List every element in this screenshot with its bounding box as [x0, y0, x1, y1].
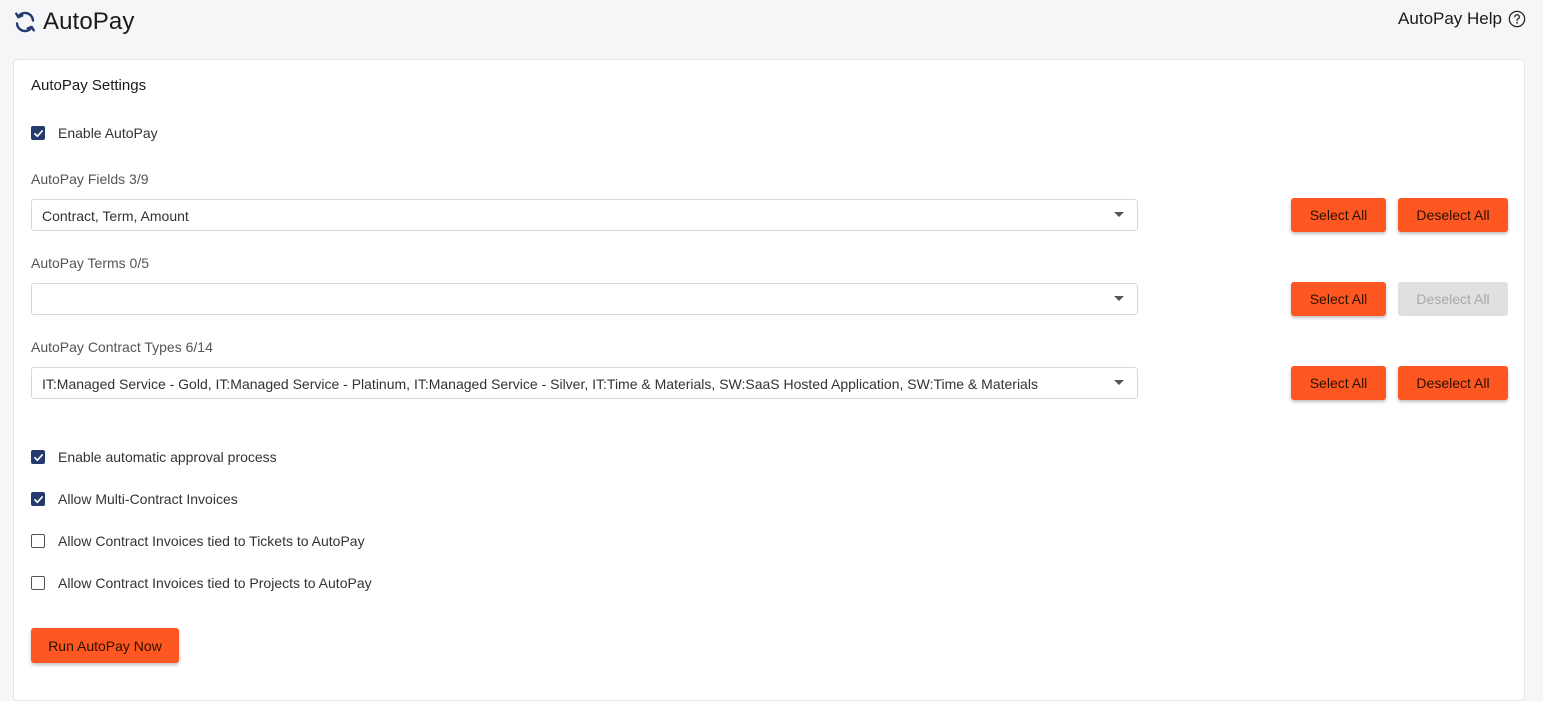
checkbox-box[interactable] — [31, 492, 45, 506]
autopay-terms-select[interactable] — [31, 283, 1138, 315]
top-bar: AutoPay AutoPay Help — [0, 0, 1543, 46]
autopay-terms-label: AutoPay Terms 0/5 — [31, 255, 150, 271]
projects-invoices-checkbox[interactable]: Allow Contract Invoices tied to Projects… — [31, 573, 372, 593]
terms-select-all-button[interactable]: Select All — [1291, 282, 1386, 316]
tickets-invoices-checkbox[interactable]: Allow Contract Invoices tied to Tickets … — [31, 531, 365, 551]
checkbox-box[interactable] — [31, 534, 45, 548]
page-title: AutoPay — [43, 8, 135, 35]
autopay-fields-label: AutoPay Fields 3/9 — [31, 171, 149, 187]
checkmark-icon — [33, 453, 43, 461]
app-header: AutoPay — [13, 8, 134, 36]
contract-types-select-all-button[interactable]: Select All — [1291, 366, 1386, 400]
enable-autopay-label: Enable AutoPay — [58, 125, 158, 141]
enable-autopay-checkbox[interactable]: Enable AutoPay — [31, 123, 158, 143]
checkbox-box[interactable] — [31, 576, 45, 590]
projects-invoices-label: Allow Contract Invoices tied to Projects… — [58, 575, 372, 591]
chevron-down-icon — [1114, 380, 1124, 385]
tickets-invoices-label: Allow Contract Invoices tied to Tickets … — [58, 533, 365, 549]
run-autopay-button[interactable]: Run AutoPay Now — [31, 628, 179, 663]
terms-deselect-all-button: Deselect All — [1398, 282, 1508, 316]
auto-approval-checkbox[interactable]: Enable automatic approval process — [31, 447, 277, 467]
sync-icon — [15, 11, 35, 33]
help-label: AutoPay Help — [1398, 9, 1502, 28]
autopay-contract-types-select[interactable]: IT:Managed Service - Gold, IT:Managed Se… — [31, 367, 1138, 399]
help-link[interactable]: AutoPay Help — [1398, 9, 1526, 29]
checkbox-box[interactable] — [31, 126, 45, 140]
contract-types-deselect-all-button[interactable]: Deselect All — [1398, 366, 1508, 400]
multi-contract-label: Allow Multi-Contract Invoices — [58, 491, 238, 507]
fields-deselect-all-button[interactable]: Deselect All — [1398, 198, 1508, 232]
multi-contract-checkbox[interactable]: Allow Multi-Contract Invoices — [31, 489, 238, 509]
fields-select-all-button[interactable]: Select All — [1291, 198, 1386, 232]
checkmark-icon — [33, 129, 43, 137]
chevron-down-icon — [1114, 296, 1124, 301]
checkmark-icon — [33, 495, 43, 503]
checkbox-box[interactable] — [31, 450, 45, 464]
autopay-contract-types-value: IT:Managed Service - Gold, IT:Managed Se… — [42, 376, 1038, 392]
settings-card: AutoPay Settings Enable AutoPay AutoPay … — [13, 59, 1525, 701]
chevron-down-icon — [1114, 212, 1124, 217]
autopay-fields-select[interactable]: Contract, Term, Amount — [31, 199, 1138, 231]
auto-approval-label: Enable automatic approval process — [58, 449, 277, 465]
question-circle-icon — [1508, 10, 1526, 28]
autopay-contract-types-label: AutoPay Contract Types 6/14 — [31, 339, 213, 355]
autopay-fields-value: Contract, Term, Amount — [42, 208, 189, 224]
card-title: AutoPay Settings — [31, 77, 147, 94]
